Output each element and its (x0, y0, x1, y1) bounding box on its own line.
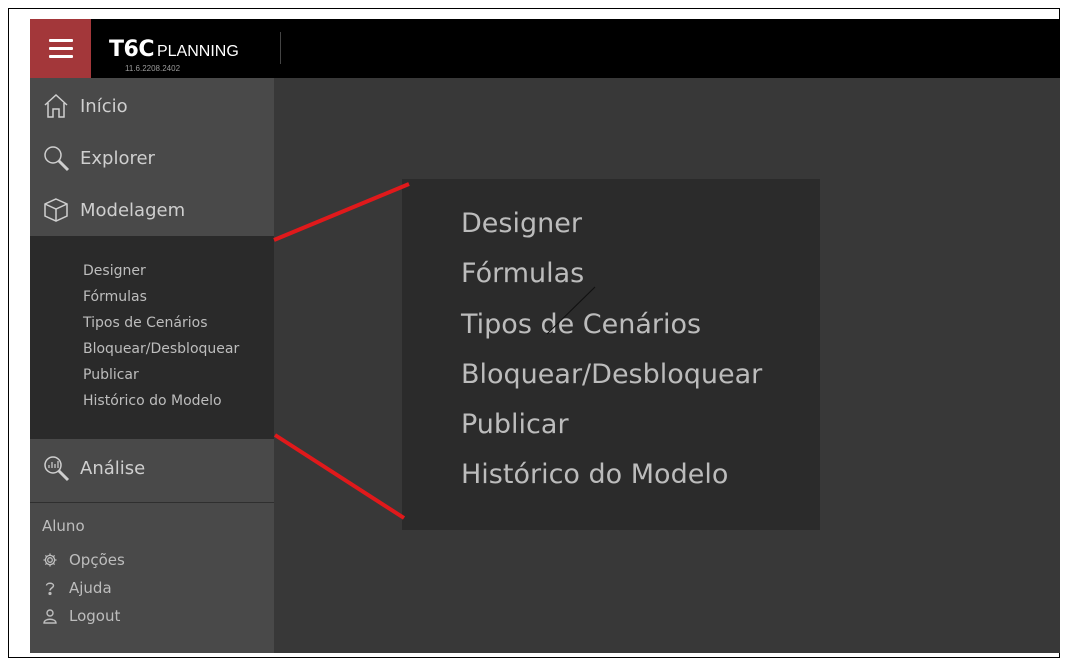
modelagem-submenu: Designer Fórmulas Tipos de Cenários Bloq… (30, 236, 274, 439)
sidebar-divider (30, 502, 274, 503)
cube-icon (42, 196, 70, 224)
zoom-item-designer: Designer (461, 208, 582, 239)
user-icon (42, 608, 58, 624)
zoom-item-bloquear-desbloquear: Bloquear/Desbloquear (461, 359, 763, 390)
sidebar-item-explorer[interactable]: Explorer (30, 132, 274, 184)
top-bar: T6C PLANNING 11.6.2208.2402 (30, 19, 1060, 78)
hamburger-icon (48, 39, 73, 42)
logout-label: Logout (69, 607, 121, 625)
magnifier-icon (42, 144, 70, 172)
gear-icon (42, 552, 58, 568)
app-window: T6C PLANNING 11.6.2208.2402 Início Explor… (30, 19, 1060, 653)
sidebar-item-label: Análise (80, 457, 146, 479)
sidebar-item-analise[interactable]: Análise (30, 442, 274, 494)
sidebar: Início Explorer Modelagem Designer Fórmu… (30, 78, 274, 653)
zoom-item-tipos-de-cenarios: Tipos de Cenários (461, 309, 702, 340)
options-link[interactable]: Opções (42, 551, 125, 569)
version-label: 11.6.2208.2402 (125, 64, 181, 73)
topbar-divider (280, 32, 281, 64)
help-icon (42, 580, 58, 596)
sidebar-item-modelagem[interactable]: Modelagem (30, 184, 274, 236)
options-label: Opções (69, 551, 125, 569)
sidebar-item-label: Explorer (80, 147, 155, 169)
submenu-item-historico-do-modelo[interactable]: Histórico do Modelo (83, 393, 222, 409)
sidebar-item-inicio[interactable]: Início (30, 80, 274, 132)
hamburger-menu-button[interactable] (30, 19, 91, 78)
submenu-item-publicar[interactable]: Publicar (83, 367, 139, 383)
help-label: Ajuda (69, 579, 112, 597)
brand-logo-mark: T6C (109, 37, 154, 62)
submenu-item-tipos-de-cenarios[interactable]: Tipos de Cenários (83, 315, 208, 331)
sidebar-item-label: Modelagem (80, 199, 186, 221)
sidebar-item-label: Início (80, 95, 128, 117)
submenu-item-bloquear-desbloquear[interactable]: Bloquear/Desbloquear (83, 341, 239, 357)
help-link[interactable]: Ajuda (42, 579, 112, 597)
zoomed-submenu-callout: Designer Fórmulas Tipos de Cenários Bloq… (402, 179, 820, 530)
logout-link[interactable]: Logout (42, 607, 120, 625)
zoom-item-historico-do-modelo: Histórico do Modelo (461, 459, 729, 490)
analysis-icon (42, 454, 70, 482)
zoom-item-publicar: Publicar (461, 409, 569, 440)
brand-logo-suffix: PLANNING (156, 43, 239, 60)
submenu-item-formulas[interactable]: Fórmulas (83, 289, 147, 305)
home-icon (42, 92, 70, 120)
submenu-item-designer[interactable]: Designer (83, 263, 146, 279)
brand-logo: T6C PLANNING (109, 37, 239, 62)
user-name: Aluno (42, 517, 85, 535)
zoom-item-formulas: Fórmulas (461, 258, 585, 289)
